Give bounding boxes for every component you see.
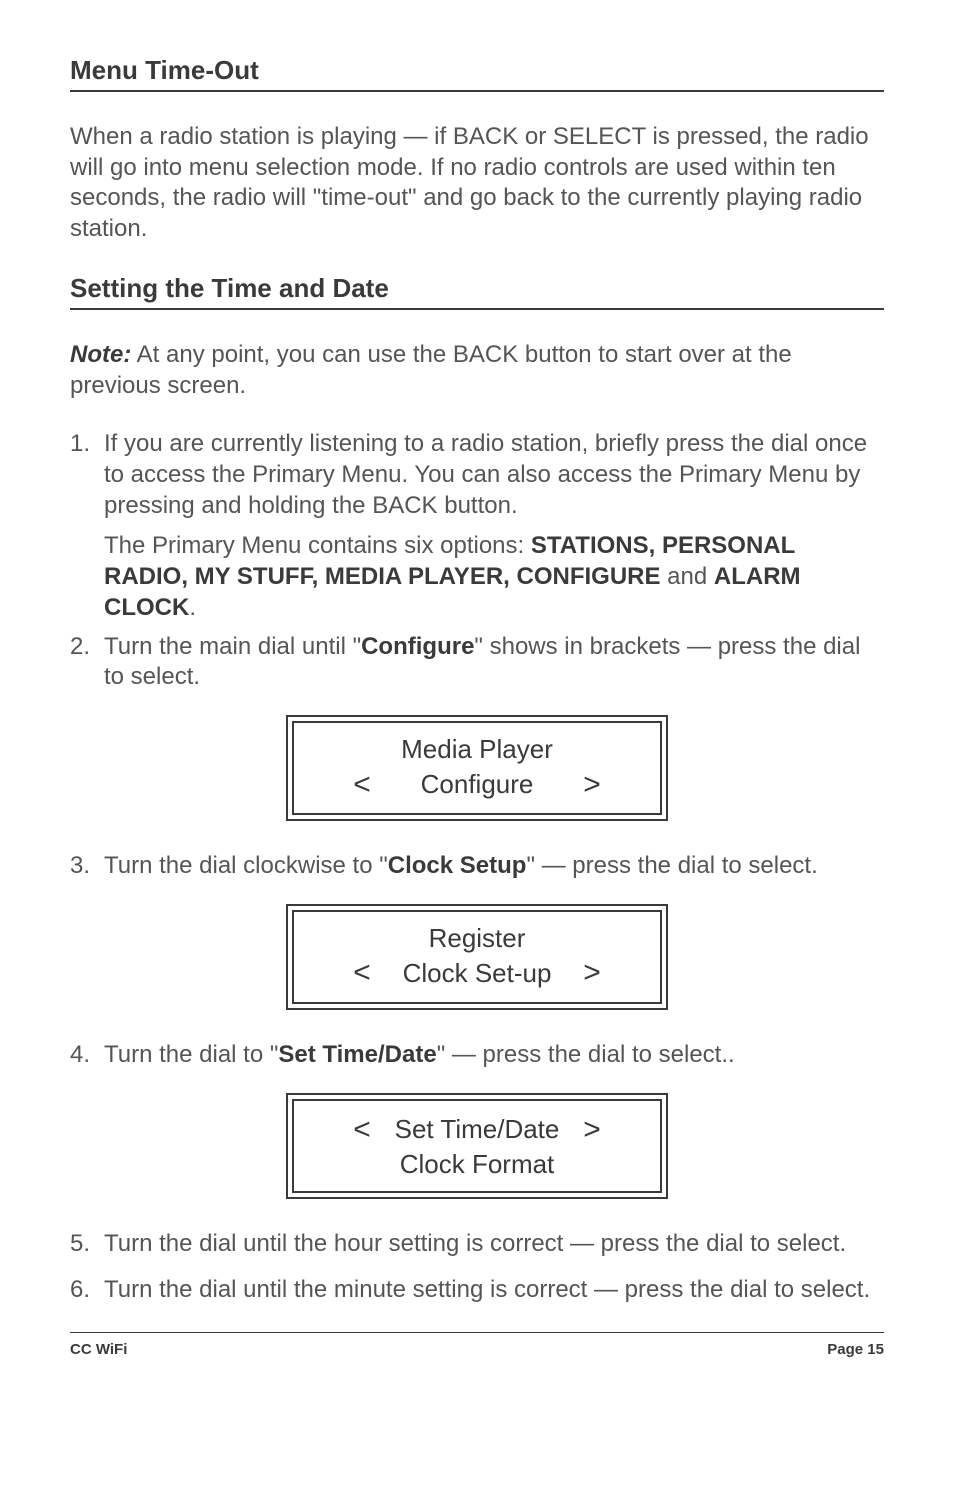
lcd-display-1: Media Player < Configure >	[286, 715, 668, 821]
step-3-bold: Clock Setup	[388, 852, 527, 879]
step-6-text: Turn the dial until the minute setting i…	[104, 1275, 884, 1306]
step-3-post: " — press the dial to select.	[526, 852, 817, 879]
step-4-number: 4.	[70, 1040, 104, 1071]
lcd3-left-arrow: <	[342, 1111, 382, 1149]
step-2-text: Turn the main dial until "Configure" sho…	[104, 632, 884, 693]
step-3: 3. Turn the dial clockwise to "Clock Set…	[70, 851, 884, 882]
step-1-text-a: If you are currently listening to a radi…	[104, 429, 884, 521]
lcd-display-3: < Set Time/Date > Clock Format	[286, 1093, 668, 1199]
lcd1-line2: Configure	[382, 768, 572, 801]
note-label: Note:	[70, 341, 131, 368]
step-4-pre: Turn the dial to "	[104, 1041, 278, 1068]
footer-product: CC WiFi	[70, 1341, 127, 1358]
step-5-text: Turn the dial until the hour setting is …	[104, 1229, 884, 1260]
lcd2-left-arrow: <	[342, 954, 382, 992]
lcd3-right-arrow: >	[572, 1111, 612, 1149]
step-2-bold: Configure	[361, 633, 474, 660]
lcd2-right-arrow: >	[572, 954, 612, 992]
lcd2-line1: Register	[382, 922, 572, 955]
heading-setting-time-date: Setting the Time and Date	[70, 273, 884, 310]
step-4-post: " — press the dial to select..	[437, 1041, 735, 1068]
page-footer: CC WiFi Page 15	[70, 1332, 884, 1358]
step-2-number: 2.	[70, 632, 104, 693]
step-4-text: Turn the dial to "Set Time/Date" — press…	[104, 1040, 884, 1071]
footer-page-number: Page 15	[827, 1341, 884, 1358]
lcd1-right-arrow: >	[572, 766, 612, 804]
step-3-text: Turn the dial clockwise to "Clock Setup"…	[104, 851, 884, 882]
step-1b-post: .	[189, 594, 196, 621]
step-1-number: 1.	[70, 429, 104, 623]
step-5: 5. Turn the dial until the hour setting …	[70, 1229, 884, 1260]
heading-menu-timeout: Menu Time-Out	[70, 55, 884, 92]
step-4-bold: Set Time/Date	[278, 1041, 436, 1068]
step-5-number: 5.	[70, 1229, 104, 1260]
lcd1-line1: Media Player	[382, 733, 572, 766]
lcd3-line1: Set Time/Date	[382, 1113, 572, 1146]
step-3-number: 3.	[70, 851, 104, 882]
step-4: 4. Turn the dial to "Set Time/Date" — pr…	[70, 1040, 884, 1071]
step-1b-pre: The Primary Menu contains six options:	[104, 532, 531, 559]
lcd3-line2: Clock Format	[382, 1148, 572, 1181]
lcd1-left-arrow: <	[342, 766, 382, 804]
lcd2-line2: Clock Set-up	[382, 957, 572, 990]
note-text: At any point, you can use the BACK butto…	[70, 341, 792, 399]
note-paragraph: Note: At any point, you can use the BACK…	[70, 340, 884, 401]
step-1-text-b: The Primary Menu contains six options: S…	[104, 531, 884, 623]
step-3-pre: Turn the dial clockwise to "	[104, 852, 388, 879]
step-2-pre: Turn the main dial until "	[104, 633, 361, 660]
paragraph-timeout: When a radio station is playing — if BAC…	[70, 122, 884, 245]
step-1b-mid: and	[661, 563, 714, 590]
lcd-display-2: Register < Clock Set-up >	[286, 904, 668, 1010]
step-6-number: 6.	[70, 1275, 104, 1306]
step-1: 1. If you are currently listening to a r…	[70, 429, 884, 623]
step-6: 6. Turn the dial until the minute settin…	[70, 1275, 884, 1306]
step-2: 2. Turn the main dial until "Configure" …	[70, 632, 884, 693]
